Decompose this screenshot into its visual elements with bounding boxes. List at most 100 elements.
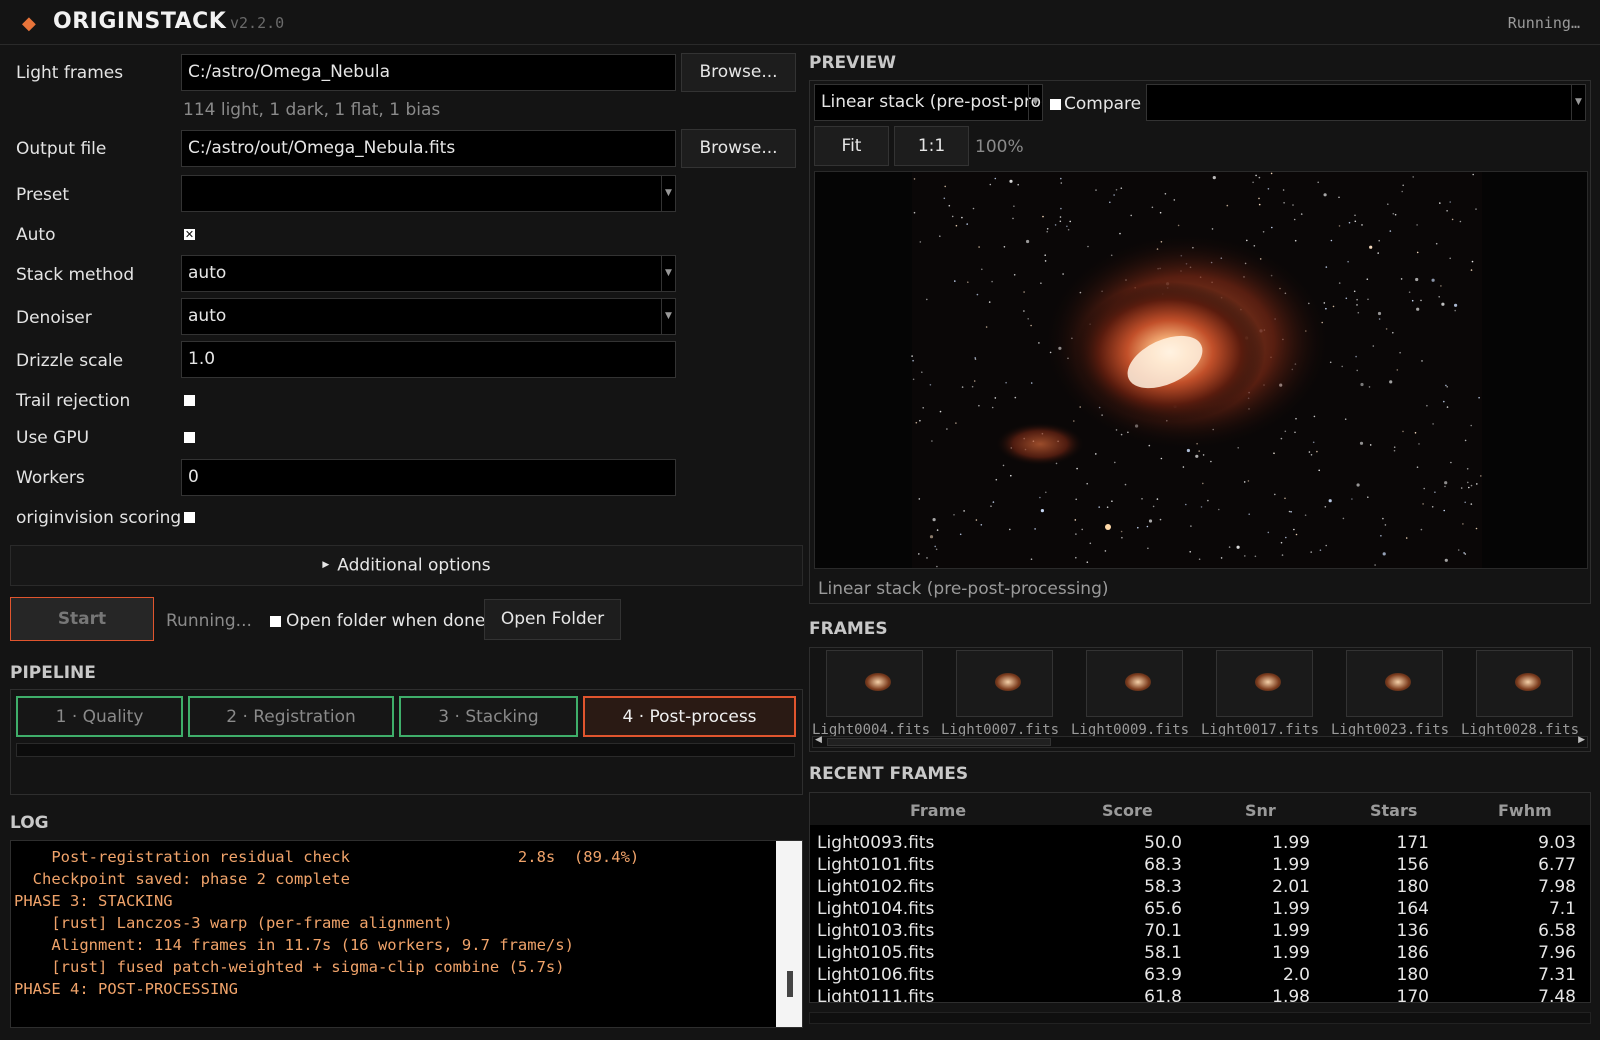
open-folder-button[interactable]: Open Folder	[484, 599, 621, 640]
table-row[interactable]: Light0105.fits 58.1 1.99 186 7.96	[810, 943, 1590, 965]
table-row[interactable]: Light0104.fits 65.6 1.99 164 7.1	[810, 899, 1590, 921]
column-header-fwhm[interactable]: Fwhm	[1498, 801, 1552, 820]
preset-select[interactable]: ▼	[181, 175, 676, 212]
star	[1246, 239, 1248, 242]
star	[1086, 482, 1088, 485]
star	[1300, 213, 1303, 215]
column-header-stars[interactable]: Stars	[1370, 801, 1417, 820]
preview-image-canvas[interactable]	[814, 171, 1588, 569]
table-row[interactable]: Light0101.fits 68.3 1.99 156 6.77	[810, 855, 1590, 877]
star	[1294, 431, 1296, 434]
table-cell-stars: 186	[1396, 943, 1429, 963]
column-header-frame[interactable]: Frame	[910, 801, 966, 820]
star	[1003, 246, 1006, 248]
star	[1039, 496, 1041, 499]
drizzle-input[interactable]: 1.0	[181, 341, 676, 378]
frame-thumbnail[interactable]	[1086, 650, 1183, 717]
fit-button[interactable]: Fit	[814, 126, 889, 166]
stack-method-select[interactable]: auto ▼	[181, 255, 676, 292]
trail-rejection-checkbox[interactable]	[184, 395, 195, 406]
title-bar: ◆ ORIGINSTACK v2.2.0 Running…	[0, 0, 1600, 45]
output-file-browse-button[interactable]: Browse...	[681, 129, 796, 168]
log-scrollbar-thumb[interactable]	[787, 971, 793, 997]
originvision-checkbox[interactable]	[184, 512, 195, 523]
scroll-right-icon[interactable]: ▶	[1578, 735, 1585, 745]
chevron-down-icon[interactable]: ▼	[661, 299, 675, 334]
star	[1431, 506, 1434, 508]
star	[1164, 193, 1167, 195]
table-row[interactable]: Light0111.fits 61.8 1.98 170 7.48	[810, 987, 1590, 1002]
app-status: Running…	[1507, 14, 1580, 32]
star	[1059, 220, 1062, 223]
chevron-down-icon[interactable]: ▼	[1028, 85, 1042, 120]
star	[1351, 498, 1353, 500]
star	[1073, 420, 1075, 422]
star	[1046, 230, 1048, 233]
star	[1285, 536, 1287, 539]
star	[929, 535, 934, 539]
star	[1005, 381, 1007, 384]
star	[912, 378, 915, 381]
star	[1098, 506, 1100, 508]
table-row[interactable]: Light0106.fits 63.9 2.0 180 7.31	[810, 965, 1590, 987]
star	[1446, 406, 1449, 408]
compare-select[interactable]: ▼	[1146, 84, 1586, 121]
star	[1348, 221, 1351, 224]
table-row[interactable]: Light0103.fits 70.1 1.99 136 6.58	[810, 921, 1590, 943]
log-scrollbar[interactable]	[776, 841, 802, 1027]
workers-input[interactable]: 0	[181, 459, 676, 496]
column-header-score[interactable]: Score	[1102, 801, 1153, 820]
star	[1414, 432, 1417, 434]
star	[1467, 481, 1469, 484]
table-cell-snr: 1.99	[1272, 899, 1310, 919]
output-file-input[interactable]: C:/astro/out/Omega_Nebula.fits	[181, 130, 676, 167]
scroll-left-icon[interactable]: ◀	[815, 735, 822, 745]
log-output[interactable]: Post-registration residual check 2.8s (8…	[10, 840, 803, 1028]
star	[1332, 305, 1335, 308]
table-cell-snr: 1.99	[1272, 855, 1310, 875]
table-scrollbar[interactable]	[809, 1012, 1591, 1024]
table-cell-score: 68.3	[1144, 855, 1182, 875]
start-button[interactable]: Start	[10, 597, 154, 641]
frame-thumbnail[interactable]	[826, 650, 923, 717]
frames-scrollbar[interactable]: ◀ ▶	[812, 735, 1588, 748]
frame-thumbnail[interactable]	[1346, 650, 1443, 717]
star	[913, 178, 916, 180]
star	[1270, 172, 1273, 175]
table-cell-score: 65.6	[1144, 899, 1182, 919]
column-header-snr[interactable]: Snr	[1245, 801, 1276, 820]
table-row[interactable]: Light0093.fits 50.0 1.99 171 9.03	[810, 833, 1590, 855]
use-gpu-checkbox[interactable]	[184, 432, 195, 443]
preview-view-select[interactable]: Linear stack (pre-post-processing) ▼	[814, 84, 1043, 121]
denoiser-select[interactable]: auto ▼	[181, 298, 676, 335]
open-when-done-checkbox[interactable]	[270, 616, 281, 627]
stage-stacking: 3 · Stacking	[399, 696, 578, 737]
star	[1357, 311, 1360, 314]
star	[1393, 449, 1396, 452]
frame-thumbnail[interactable]	[1216, 650, 1313, 717]
star	[1325, 544, 1327, 547]
additional-options-toggle[interactable]: ▶ Additional options	[10, 545, 803, 586]
light-frames-input[interactable]: C:/astro/Omega_Nebula	[181, 54, 676, 91]
star	[926, 557, 928, 559]
star	[1356, 304, 1358, 306]
frame-thumbnail[interactable]	[956, 650, 1053, 717]
star	[922, 407, 924, 409]
table-row[interactable]: Light0102.fits 58.3 2.01 180 7.98	[810, 877, 1590, 899]
star	[1202, 454, 1205, 456]
light-frames-browse-button[interactable]: Browse...	[681, 53, 796, 92]
frame-thumbnail[interactable]	[1476, 650, 1573, 717]
chevron-down-icon[interactable]: ▼	[661, 256, 675, 291]
chevron-down-icon[interactable]: ▼	[661, 176, 675, 211]
chevron-down-icon[interactable]: ▼	[1571, 85, 1585, 120]
star	[995, 478, 998, 481]
auto-checkbox[interactable]: ✕	[184, 229, 195, 240]
one-to-one-button[interactable]: 1:1	[894, 126, 969, 166]
star	[1438, 296, 1440, 298]
star	[1422, 503, 1424, 505]
star	[1344, 418, 1347, 420]
frames-scrollbar-thumb[interactable]	[827, 738, 1051, 746]
star	[1308, 451, 1311, 453]
table-cell-frame: Light0106.fits	[817, 965, 935, 985]
compare-checkbox[interactable]	[1050, 99, 1061, 110]
